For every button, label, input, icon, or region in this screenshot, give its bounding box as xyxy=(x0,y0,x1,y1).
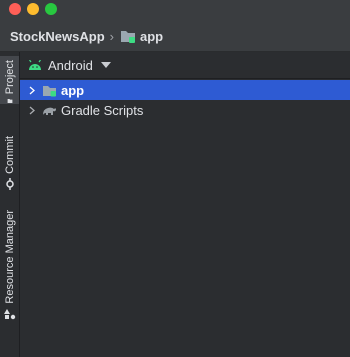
module-folder-icon xyxy=(43,85,56,96)
breadcrumb-project[interactable]: StockNewsApp xyxy=(10,29,105,44)
project-tree: app Gradle Scripts xyxy=(20,80,350,120)
android-icon xyxy=(29,59,41,70)
chevron-right-icon[interactable] xyxy=(28,86,36,95)
tree-item-app[interactable]: app xyxy=(20,80,350,100)
tab-commit-label: Commit xyxy=(3,136,16,174)
chevron-down-icon xyxy=(100,62,111,68)
tool-window-strip: Project Commit Resource Manager xyxy=(0,52,20,357)
window-titlebar xyxy=(0,0,350,21)
tab-project[interactable]: Project xyxy=(0,56,19,104)
folder-icon xyxy=(7,99,12,104)
zoom-window-button[interactable] xyxy=(45,3,57,15)
tab-project-label: Project xyxy=(3,60,16,95)
commit-icon xyxy=(5,177,14,190)
tab-commit[interactable]: Commit xyxy=(0,136,19,194)
close-window-button[interactable] xyxy=(9,3,21,15)
project-view-label: Android xyxy=(48,57,93,73)
chevron-right-icon[interactable] xyxy=(28,106,36,115)
tree-item-label: Gradle Scripts xyxy=(61,102,144,118)
breadcrumb-module-label: app xyxy=(139,28,164,44)
module-folder-icon xyxy=(120,31,135,43)
breadcrumb-module[interactable]: app xyxy=(120,29,163,44)
tree-item-gradle-scripts[interactable]: Gradle Scripts xyxy=(20,100,350,120)
project-view-selector[interactable]: Android xyxy=(20,52,350,79)
resource-manager-icon xyxy=(3,308,15,319)
breadcrumb-separator-icon: › xyxy=(109,28,114,44)
gradle-icon xyxy=(43,107,56,115)
project-tool-window: Android app Gradle Scripts xyxy=(20,52,350,357)
tree-item-label: app xyxy=(61,82,85,98)
tab-resource-manager[interactable]: Resource Manager xyxy=(0,210,19,356)
minimize-window-button[interactable] xyxy=(27,3,39,15)
breadcrumb: StockNewsApp › app xyxy=(0,21,350,52)
tab-resource-manager-label: Resource Manager xyxy=(3,210,16,304)
